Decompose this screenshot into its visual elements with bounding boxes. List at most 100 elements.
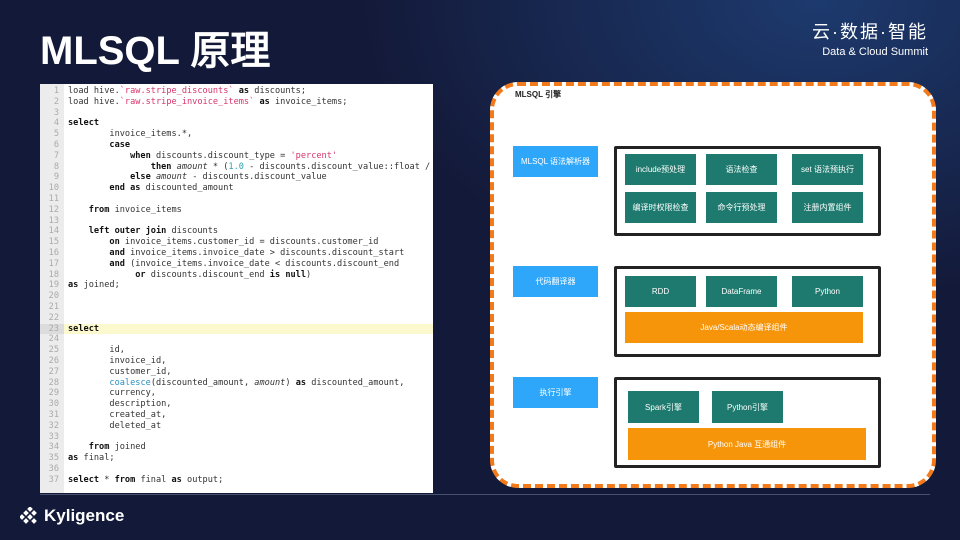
layer-translator: 代码翻译器: [513, 266, 598, 297]
code-line: 7 when discounts.discount_type = 'percen…: [40, 151, 433, 162]
line-number: 29: [48, 388, 59, 399]
code-text: as joined;: [64, 280, 120, 291]
code-line: 9 else amount - discounts.discount_value: [40, 172, 433, 183]
code-token: description,: [68, 399, 172, 410]
code-token: 'percent': [290, 150, 338, 161]
code-token: *: [99, 474, 115, 485]
code-token: and: [68, 247, 125, 258]
line-number: 30: [48, 399, 59, 410]
line-number: 1: [53, 86, 59, 96]
code-token: discounted_amount,: [306, 377, 405, 388]
line-number: 31: [48, 409, 59, 420]
code-token: discounts;: [254, 86, 307, 96]
line-number: 23: [40, 323, 64, 335]
code-line: 19 as joined;: [40, 280, 433, 291]
code-line: 24: [40, 334, 433, 345]
component: Python引擎: [712, 391, 783, 423]
code-token: currency,: [68, 388, 156, 399]
line-number: 21: [48, 301, 59, 312]
line-number: 5: [53, 129, 59, 140]
code-token: 1.0: [228, 161, 244, 172]
code-token: as: [233, 86, 255, 96]
code-text: invoice_items.*,: [64, 129, 192, 140]
code-line: 3: [40, 108, 433, 119]
line-number: 6: [53, 139, 59, 150]
code-token: customer_id,: [68, 366, 172, 377]
code-token: as: [295, 377, 307, 388]
logo-text: Kyligence: [44, 506, 125, 525]
code-token: `raw.stripe_discounts`: [119, 86, 234, 96]
code-token: created_at,: [68, 409, 167, 420]
code-text: from invoice_items: [64, 205, 182, 216]
code-text: and (invoice_items.invoice_date < discou…: [64, 259, 399, 270]
code-line: 14 left outer join discounts: [40, 226, 433, 237]
line-number: 13: [48, 215, 59, 226]
component: Python: [792, 276, 863, 307]
code-text: or discounts.discount_end is null): [64, 270, 311, 281]
code-token: invoice_items.invoice_date > discounts.d…: [124, 247, 405, 258]
code-text: as final;: [64, 453, 115, 464]
code-line: 2 load hive.`raw.stripe_invoice_items` as…: [40, 97, 433, 108]
code-text: case: [64, 140, 130, 151]
code-line: 25 id,: [40, 345, 433, 356]
code-token: amount: [155, 172, 188, 183]
code-text: left outer join discounts: [64, 226, 218, 237]
code-line: 8 then amount * (1.0 - discounts.discoun…: [40, 162, 433, 173]
line-number: 9: [53, 172, 59, 183]
code-token: as: [254, 96, 275, 107]
line-number: 3: [53, 107, 59, 118]
component: DataFrame: [706, 276, 777, 307]
line-number: 2: [53, 96, 59, 107]
line-number: 10: [48, 183, 59, 194]
code-token: discounts: [166, 226, 219, 237]
code-token: * (: [207, 161, 229, 172]
code-token: invoice_items.*,: [68, 129, 193, 140]
line-number: 20: [48, 291, 59, 302]
line-number: 22: [48, 312, 59, 323]
code-token: when: [68, 150, 151, 161]
code-line: 13: [40, 216, 433, 227]
line-number: 25: [48, 345, 59, 356]
code-token: ): [285, 377, 296, 388]
line-number: 15: [48, 237, 59, 248]
component: 编译时权限检查: [625, 192, 696, 223]
code-token: as: [68, 280, 79, 291]
code-text: end as discounted_amount: [64, 183, 234, 194]
code-line: 28 coalesce(discounted_amount, amount) a…: [40, 378, 433, 389]
kyligence-logo: Kyligence: [20, 506, 124, 526]
code-token: deleted_at: [68, 420, 162, 431]
code-text: customer_id,: [64, 367, 171, 378]
code-line: 30 description,: [40, 399, 433, 410]
layer-parser: MLSQL 语法解析器: [513, 146, 598, 177]
code-token: load hive.: [68, 86, 120, 96]
kyligence-mark-icon: [20, 507, 37, 524]
line-number: 27: [48, 366, 59, 377]
code-token: invoice_items: [109, 204, 182, 215]
code-token: from: [68, 204, 110, 215]
component: set 语法预执行: [792, 154, 863, 185]
code-token: amount: [254, 377, 286, 388]
code-token: select: [68, 323, 100, 334]
code-line: 10 end as discounted_amount: [40, 183, 433, 194]
code-token: final;: [78, 453, 115, 464]
code-token: or: [68, 269, 146, 280]
brand-en: Data & Cloud Summit: [822, 46, 928, 58]
code-line: 31 created_at,: [40, 410, 433, 421]
code-line: 20: [40, 291, 433, 302]
code-line: 1 load hive.`raw.stripe_discounts` as dis…: [40, 86, 433, 97]
code-token: on: [68, 237, 120, 248]
code-token: amount: [176, 161, 208, 172]
code-token: discounts.discount_type =: [150, 150, 291, 161]
code-text: select * from final as output;: [64, 475, 223, 486]
code-token: discounted_amount: [140, 183, 234, 194]
code-token: then: [68, 161, 172, 172]
line-number: 11: [48, 193, 59, 204]
line-number: 36: [48, 463, 59, 474]
code-line: 27 customer_id,: [40, 367, 433, 378]
